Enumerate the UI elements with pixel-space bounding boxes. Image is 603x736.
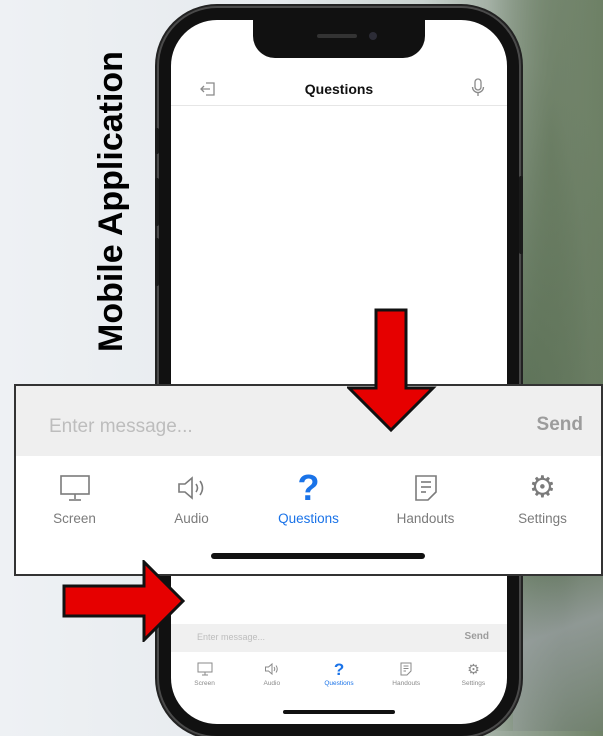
tab-audio-zoomed[interactable]: Audio bbox=[133, 470, 250, 530]
tab-settings-zoomed[interactable]: ⚙ Settings bbox=[484, 470, 601, 530]
gear-icon: ⚙ bbox=[467, 661, 480, 677]
monitor-icon bbox=[171, 658, 238, 680]
app-header: Questions bbox=[171, 72, 507, 106]
document-icon bbox=[373, 658, 440, 680]
speaker-icon bbox=[238, 658, 305, 680]
tab-bar-zoomed: Screen Audio ? Questions Handouts ⚙ Sett… bbox=[16, 470, 601, 530]
message-input[interactable]: Enter message... bbox=[197, 632, 265, 642]
zoom-callout: Enter message... Send Screen Audio ? Que… bbox=[14, 384, 603, 576]
power-button bbox=[519, 176, 523, 254]
send-button[interactable]: Send bbox=[465, 631, 489, 642]
tab-audio[interactable]: Audio bbox=[238, 658, 305, 698]
send-button-zoomed[interactable]: Send bbox=[537, 414, 583, 436]
tab-questions-zoomed[interactable]: ? Questions bbox=[250, 470, 367, 530]
home-indicator-zoomed bbox=[211, 553, 425, 559]
earpiece bbox=[317, 34, 357, 38]
microphone-icon[interactable] bbox=[471, 78, 485, 103]
tab-label: Handouts bbox=[392, 680, 421, 687]
down-arrow bbox=[347, 308, 437, 433]
phone-screen: Questions Enter message... Send Screen A… bbox=[171, 20, 507, 724]
mute-switch bbox=[155, 128, 159, 154]
tab-handouts[interactable]: Handouts bbox=[373, 658, 440, 698]
tab-label: Screen bbox=[53, 511, 96, 526]
tab-label: Settings bbox=[518, 511, 567, 526]
tab-questions[interactable]: ? Questions bbox=[305, 658, 372, 698]
tab-label: Questions bbox=[278, 511, 339, 526]
volume-up-button bbox=[155, 178, 159, 226]
front-camera bbox=[369, 32, 377, 40]
tab-label: Audio bbox=[174, 511, 209, 526]
tab-label: Settings bbox=[461, 680, 486, 687]
document-icon bbox=[367, 470, 484, 506]
tab-settings[interactable]: ⚙ Settings bbox=[440, 658, 507, 698]
message-bar-zoomed: Enter message... Send bbox=[16, 386, 601, 456]
gear-icon: ⚙ bbox=[529, 471, 556, 504]
monitor-icon bbox=[16, 470, 133, 506]
notch bbox=[253, 20, 425, 58]
tab-label: Screen bbox=[194, 680, 215, 687]
message-bar: Enter message... Send bbox=[171, 624, 507, 652]
tab-bar: Screen Audio ? Questions Handouts ⚙ Sett… bbox=[171, 658, 507, 698]
tab-screen-zoomed[interactable]: Screen bbox=[16, 470, 133, 530]
question-icon: ? bbox=[297, 467, 320, 508]
volume-down-button bbox=[155, 238, 159, 286]
background-road bbox=[513, 570, 603, 731]
speaker-icon bbox=[133, 470, 250, 506]
tab-label: Handouts bbox=[396, 511, 455, 526]
message-input-zoomed[interactable]: Enter message... bbox=[49, 416, 193, 438]
side-title: Mobile Application bbox=[92, 51, 130, 352]
home-indicator bbox=[283, 710, 395, 714]
question-icon: ? bbox=[333, 659, 345, 679]
right-arrow bbox=[62, 560, 186, 642]
tab-handouts-zoomed[interactable]: Handouts bbox=[367, 470, 484, 530]
phone-mockup: Questions Enter message... Send Screen A… bbox=[155, 8, 523, 736]
tab-label: Questions bbox=[324, 680, 354, 687]
tab-screen[interactable]: Screen bbox=[171, 658, 238, 698]
page-title: Questions bbox=[304, 81, 374, 97]
tab-label: Audio bbox=[263, 680, 281, 687]
